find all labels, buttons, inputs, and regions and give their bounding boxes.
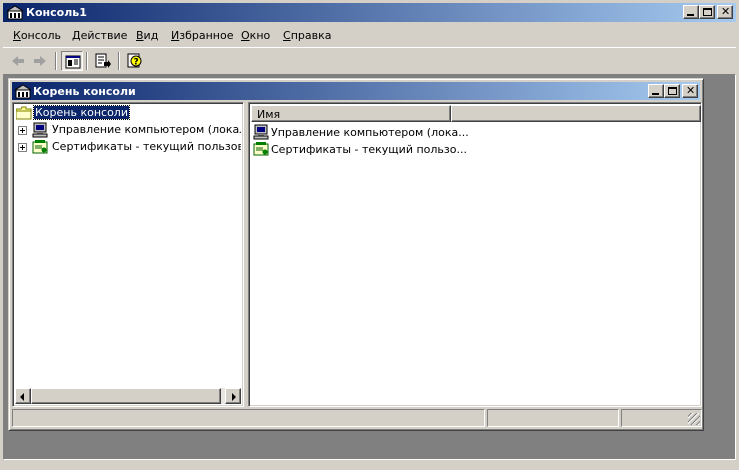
menu-action[interactable]: Действие	[72, 29, 127, 42]
console-root-window: Корень консоли ✕ Корень консоли Управлен…	[8, 78, 704, 431]
list-header: Имя	[251, 105, 701, 122]
menu-window[interactable]: Окно	[241, 29, 270, 42]
back-arrow-icon	[12, 56, 24, 66]
list-item-label[interactable]: Сертификаты - текущий пользо...	[271, 143, 467, 156]
tree-item-label[interactable]: Управление компьютером (локальным)	[52, 123, 241, 136]
tree-horizontal-scrollbar[interactable]	[15, 388, 241, 404]
computer-management-icon	[253, 124, 269, 140]
certificates-icon	[32, 140, 48, 154]
toolbar-separator	[55, 52, 57, 70]
expand-plus-icon[interactable]	[18, 126, 27, 135]
resize-grip-icon[interactable]	[688, 413, 700, 425]
status-panel-main	[12, 409, 485, 427]
toolbar: ?	[3, 47, 736, 73]
child-minimize-button[interactable]	[648, 84, 664, 98]
right-arrow-icon	[232, 393, 236, 401]
menu-help[interactable]: Справка	[283, 29, 331, 42]
mdi-client-area: Корень консоли ✕ Корень консоли Управлен…	[3, 74, 736, 460]
list-item-label[interactable]: Управление компьютером (лока...	[271, 126, 469, 139]
mmc-window: Консоль1 ✕ Консоль Действие Вид Избранно…	[0, 0, 739, 470]
folder-icon	[16, 106, 32, 120]
menu-view[interactable]: Вид	[136, 29, 158, 42]
column-header-empty[interactable]	[451, 105, 701, 122]
close-icon: ✕	[721, 5, 731, 18]
export-list-icon	[95, 53, 111, 68]
forward-arrow-icon	[34, 56, 46, 66]
forward-button[interactable]	[29, 51, 51, 71]
close-button[interactable]: ✕	[717, 5, 733, 19]
show-hide-tree-button[interactable]	[61, 51, 83, 71]
mmc-app-icon	[7, 5, 23, 20]
maximize-icon	[703, 8, 712, 16]
minimize-button[interactable]	[683, 5, 699, 19]
result-list-pane[interactable]: Имя Управление компьютером (лока... Серт…	[248, 102, 702, 407]
tree-item-certificates[interactable]: Сертификаты - текущий пользователь	[15, 139, 241, 155]
child-title-bar[interactable]: Корень консоли ✕	[12, 82, 700, 100]
main-title-bar[interactable]: Консоль1 ✕	[3, 3, 736, 22]
status-panel-2	[487, 409, 619, 427]
status-bar	[12, 407, 702, 427]
show-hide-tree-icon	[65, 55, 81, 69]
tree-item-computer-management[interactable]: Управление компьютером (локальным)	[15, 122, 241, 138]
minimize-icon	[687, 14, 694, 16]
scroll-right-button[interactable]	[225, 388, 241, 404]
column-header-label: Имя	[257, 108, 281, 121]
maximize-button[interactable]	[699, 5, 715, 19]
help-icon: ?	[127, 53, 142, 68]
window-title: Консоль1	[26, 6, 87, 19]
help-button[interactable]: ?	[124, 51, 146, 71]
minimize-icon	[652, 93, 659, 95]
list-item-certificates[interactable]: Сертификаты - текущий пользо...	[251, 141, 691, 158]
tree-root-item[interactable]: Корень консоли	[15, 105, 241, 121]
child-window-title: Корень консоли	[33, 85, 136, 98]
expand-plus-icon[interactable]	[18, 143, 27, 152]
tree-root-label[interactable]: Корень консоли	[33, 105, 130, 120]
export-list-button[interactable]	[92, 51, 114, 71]
list-item-computer-management[interactable]: Управление компьютером (лока...	[251, 124, 691, 141]
menu-bar: Консоль Действие Вид Избранное Окно Спра…	[3, 24, 736, 46]
child-maximize-button[interactable]	[664, 84, 680, 98]
back-button[interactable]	[7, 51, 29, 71]
toolbar-separator	[86, 52, 88, 70]
scroll-left-button[interactable]	[15, 388, 31, 404]
scroll-thumb[interactable]	[31, 388, 221, 404]
certificates-icon	[253, 142, 269, 156]
tree-item-label[interactable]: Сертификаты - текущий пользователь	[52, 140, 241, 153]
menu-favorites[interactable]: Избранное	[171, 29, 233, 42]
status-panel-3	[621, 409, 702, 427]
toolbar-separator	[118, 52, 120, 70]
column-header-name[interactable]: Имя	[251, 105, 451, 122]
computer-management-icon	[32, 122, 48, 138]
maximize-icon	[668, 87, 677, 95]
child-close-button[interactable]: ✕	[682, 84, 698, 98]
menu-console[interactable]: Консоль	[13, 29, 61, 42]
left-arrow-icon	[20, 393, 24, 401]
close-icon: ✕	[686, 84, 696, 97]
scope-tree-pane[interactable]: Корень консоли Управление компьютером (л…	[12, 102, 244, 407]
mmc-document-icon	[15, 84, 31, 99]
svg-text:?: ?	[134, 58, 139, 68]
